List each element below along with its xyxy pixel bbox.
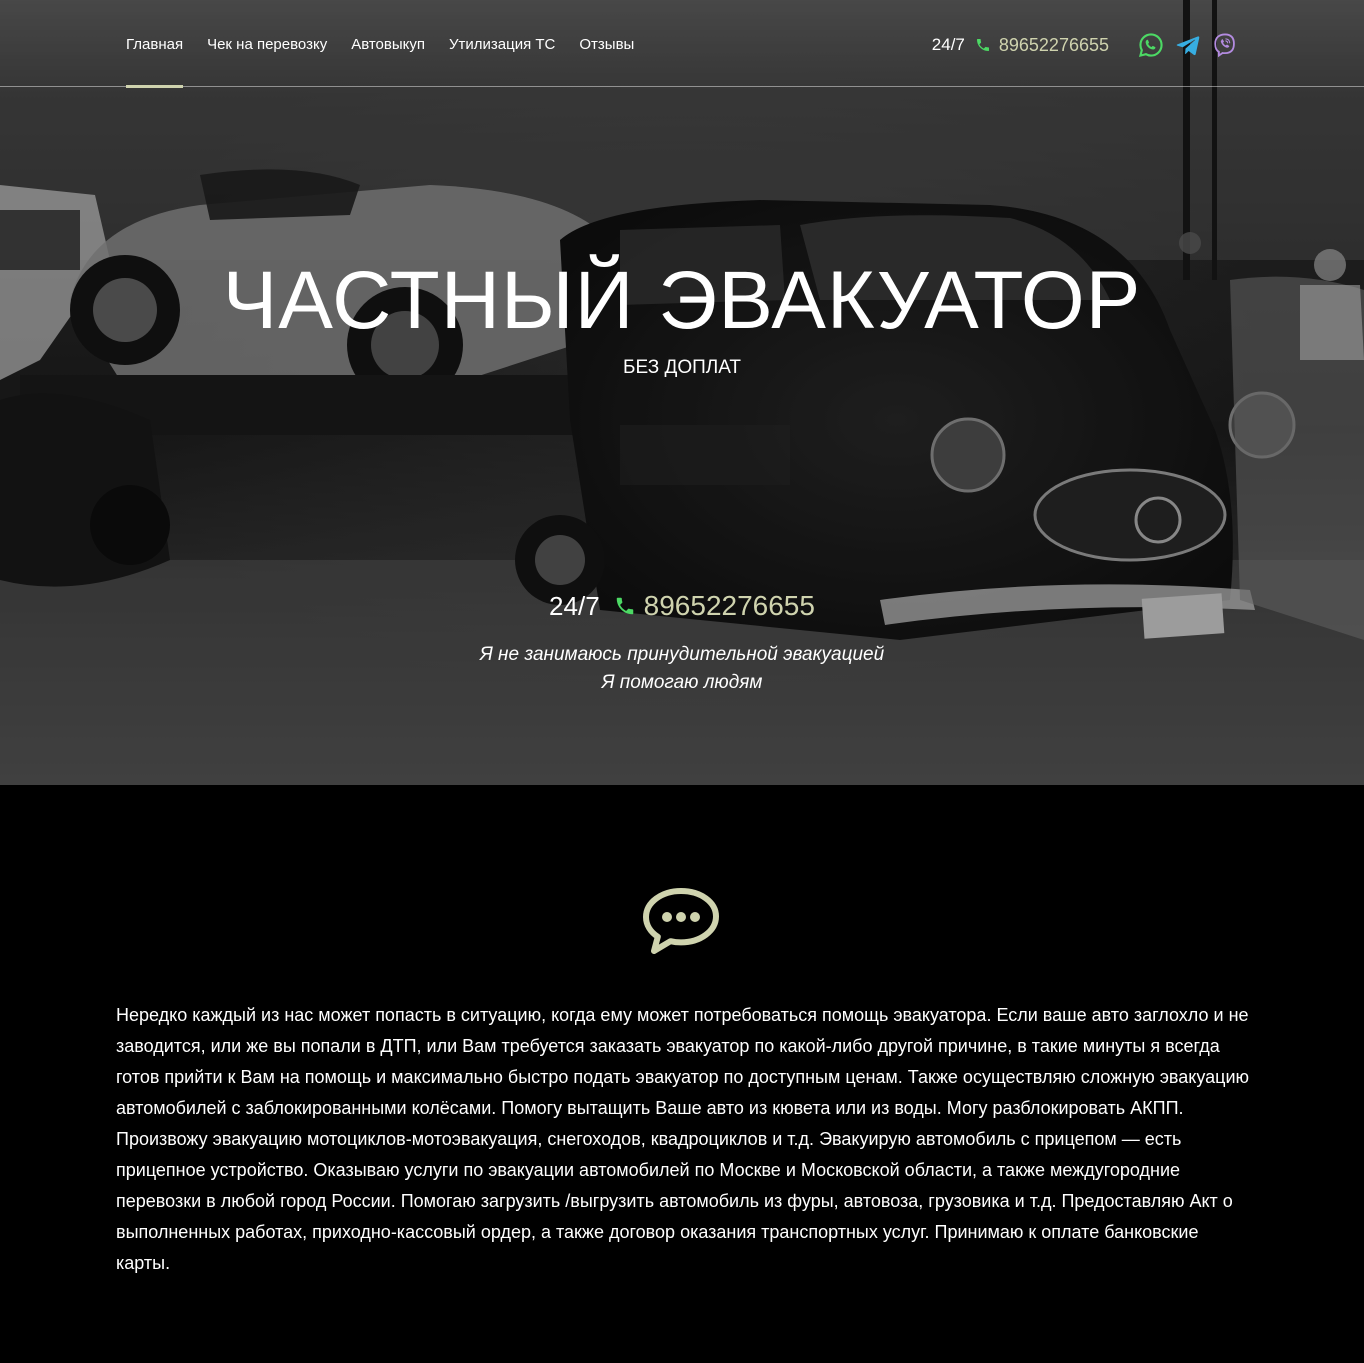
viber-icon[interactable] — [1212, 32, 1238, 58]
nav-contacts: 24/7 89652276655 — [932, 28, 1238, 62]
hero-subtitle: БЕЗ ДОПЛАТ — [622, 357, 742, 378]
phone-icon — [616, 597, 633, 615]
hero-contact: 24/7 89652276655 — [0, 590, 1364, 622]
hero-title: ЧАСТНЫЙ ЭВАКУАТОР — [222, 255, 1142, 346]
hero-note: Я не занимаюсь принудительной эвакуацией… — [0, 641, 1364, 697]
hero-section: Главная Чек на перевозку Автовыкуп Утили… — [0, 0, 1364, 785]
nav-item-car-buyout[interactable]: Автовыкуп — [351, 0, 425, 87]
phone-icon — [976, 39, 989, 51]
whatsapp-icon[interactable] — [1138, 32, 1164, 58]
hero-phone-link[interactable]: 89652276655 — [644, 590, 815, 622]
nav-hours: 24/7 — [931, 35, 965, 54]
hero-hours: 24/7 — [549, 590, 600, 621]
nav-item-reviews[interactable]: Отзывы — [579, 0, 634, 87]
nav-item-transport-receipt[interactable]: Чек на перевозку — [207, 0, 327, 87]
chat-bubble-icon — [643, 888, 719, 954]
hero-note-line-2: Я помогаю людям — [601, 672, 763, 693]
top-nav: Главная Чек на перевозку Автовыкуп Утили… — [0, 0, 1364, 88]
nav-item-home[interactable]: Главная — [126, 0, 184, 88]
about-section: Нередко каждый из нас может попасть в си… — [0, 785, 1364, 1363]
nav-phone-link[interactable]: 89652276655 — [999, 35, 1109, 56]
telegram-icon[interactable] — [1175, 32, 1201, 58]
hero-note-line-1: Я не занимаюсь принудительной эвакуацией — [479, 644, 885, 665]
nav-item-vehicle-recycling[interactable]: Утилизация ТС — [449, 0, 555, 87]
about-text: Нередко каждый из нас может попасть в си… — [116, 1005, 1250, 1273]
nav-menu: Главная Чек на перевозку Автовыкуп Утили… — [126, 0, 658, 88]
